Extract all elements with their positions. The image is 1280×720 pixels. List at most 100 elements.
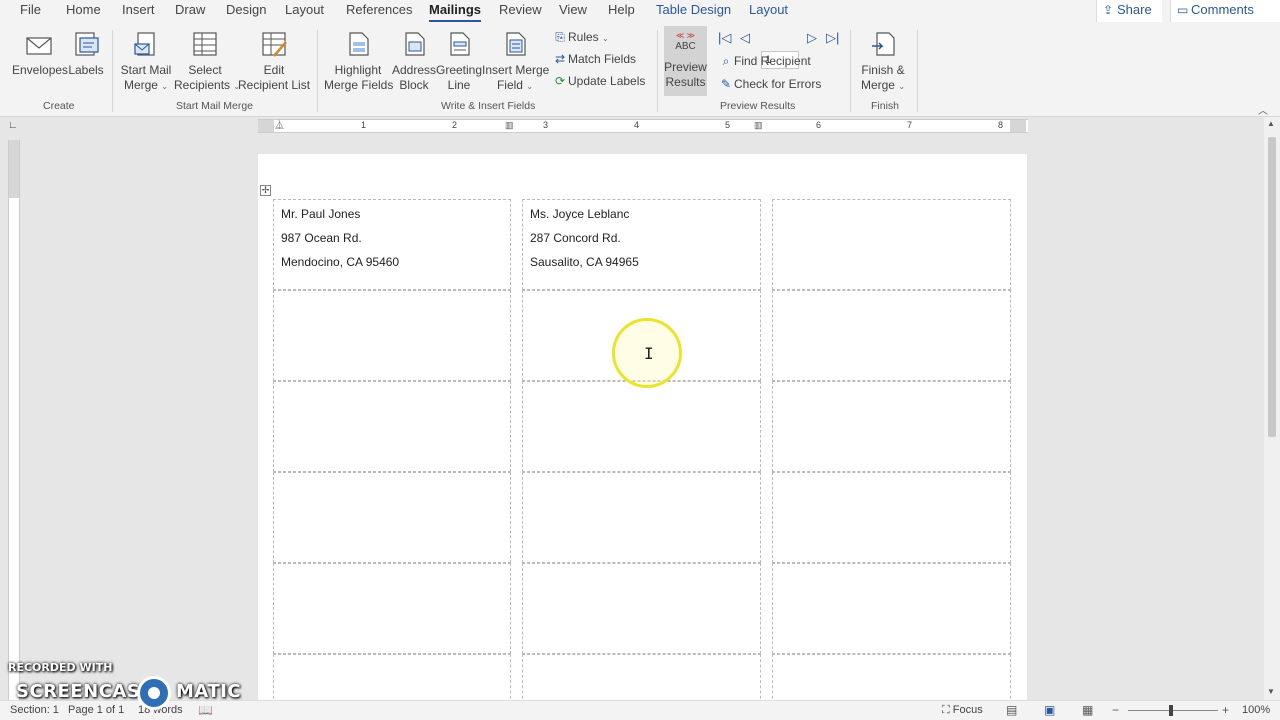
address-label-2[interactable]: Ms. Joyce Leblanc 287 Concord Rd. Sausal… <box>530 202 639 274</box>
address-label-1[interactable]: Mr. Paul Jones 987 Ocean Rd. Mendocino, … <box>281 202 399 274</box>
label-cell[interactable] <box>273 290 511 381</box>
focus-button[interactable]: ⛶ Focus <box>942 704 983 717</box>
preview-abc-icon: ABC <box>675 41 696 52</box>
highlight-merge-fields-button[interactable]: Highlight Merge Fields <box>324 30 393 93</box>
update-labels-button[interactable]: ⟳ Update Labels <box>552 73 645 89</box>
ribbon: Envelopes Labels Create Start Mail Merge… <box>0 22 1280 117</box>
zoom-out-icon[interactable]: − <box>1112 703 1119 717</box>
label-cell[interactable] <box>522 654 761 704</box>
match-fields-button[interactable]: ⇄ Match Fields <box>552 51 636 67</box>
recipient-street: 287 Concord Rd. <box>530 231 621 245</box>
page-indicator[interactable]: Page 1 of 1 <box>68 704 124 716</box>
indent-marker-icon[interactable]: ⏅ <box>275 118 284 131</box>
section-indicator[interactable]: Section: 1 <box>10 704 59 716</box>
preview-results-button[interactable]: ≪ ≫ ABC Preview Results <box>664 26 707 96</box>
group-separator <box>850 30 851 112</box>
table-move-handle-icon[interactable]: ✢ <box>260 185 271 196</box>
rules-label: Rules <box>568 30 599 44</box>
label-cell[interactable] <box>522 381 761 472</box>
label-cell[interactable] <box>772 199 1011 290</box>
find-recipient-button[interactable]: ⌕ Find Recipient <box>718 53 811 69</box>
address-block-button[interactable]: Address Block <box>392 30 436 93</box>
start-mail-merge-button[interactable]: Start Mail Merge ⌄ <box>118 30 174 94</box>
scroll-up-icon[interactable]: ▲ <box>1267 119 1275 128</box>
vertical-scrollbar[interactable]: ▲ ▼ <box>1264 117 1280 700</box>
word-window: File Home Insert Draw Design Layout Refe… <box>0 0 1280 720</box>
label-cell[interactable] <box>273 563 511 654</box>
labels-icon <box>75 32 99 56</box>
tab-layout[interactable]: Layout <box>285 2 324 18</box>
next-record-icon[interactable]: ▷ <box>807 30 817 46</box>
label-cell[interactable] <box>522 472 761 563</box>
tab-insert[interactable]: Insert <box>122 2 155 18</box>
text-cursor-icon: I <box>644 344 654 363</box>
refresh-icon: ⟳ <box>554 74 566 88</box>
focus-label: Focus <box>952 704 983 716</box>
label-cell[interactable] <box>273 472 511 563</box>
tab-file[interactable]: File <box>20 2 41 18</box>
select-recipients-button[interactable]: Select Recipients ⌄ <box>174 30 240 94</box>
share-label: Share <box>1117 2 1152 17</box>
insert-merge-field-button[interactable]: Insert Merge Field ⌄ <box>482 30 550 94</box>
find-recipient-label: Find Recipient <box>734 54 811 68</box>
label-cell[interactable] <box>772 563 1011 654</box>
label-cell[interactable] <box>273 654 511 704</box>
edit-recipient-list-button[interactable]: Edit Recipient List <box>238 30 310 93</box>
edit-list-icon <box>262 32 287 57</box>
comment-icon: ▭ <box>1177 3 1189 17</box>
zoom-in-icon[interactable]: + <box>1222 703 1229 717</box>
tab-references[interactable]: References <box>346 2 412 18</box>
insert-merge-line1: Insert Merge <box>482 63 550 77</box>
tab-mailings[interactable]: Mailings <box>429 2 482 22</box>
tab-table-layout[interactable]: Layout <box>749 2 788 18</box>
label-cell[interactable] <box>772 381 1011 472</box>
collapse-ribbon-icon[interactable]: ︿ <box>1258 102 1268 117</box>
zoom-slider[interactable] <box>1128 710 1218 711</box>
label-cell[interactable] <box>522 563 761 654</box>
share-button[interactable]: ⇪ Share <box>1096 0 1162 22</box>
recipient-name: Ms. Joyce Leblanc <box>530 207 630 221</box>
print-layout-icon[interactable]: ▣ <box>1044 703 1055 717</box>
envelopes-button[interactable]: Envelopes <box>12 30 69 78</box>
label-cell[interactable] <box>273 381 511 472</box>
read-mode-icon[interactable]: ▤ <box>1006 703 1017 717</box>
tab-review[interactable]: Review <box>499 2 542 18</box>
check-errors-button[interactable]: ✎ Check for Errors <box>718 76 821 92</box>
scroll-down-icon[interactable]: ▼ <box>1267 687 1275 696</box>
tab-home[interactable]: Home <box>66 2 101 18</box>
envelopes-label: Envelopes <box>12 63 69 77</box>
zoom-slider-thumb[interactable] <box>1169 705 1173 716</box>
address-block-icon <box>405 32 425 56</box>
menu-bar: File Home Insert Draw Design Layout Refe… <box>0 0 1280 22</box>
scrollbar-thumb[interactable] <box>1268 137 1276 437</box>
vertical-ruler[interactable] <box>8 140 20 700</box>
zoom-level[interactable]: 100% <box>1242 704 1270 716</box>
previous-record-icon[interactable]: ◁ <box>740 30 750 46</box>
insert-merge-line2: Field <box>496 78 523 92</box>
tab-draw[interactable]: Draw <box>175 2 205 18</box>
tab-view[interactable]: View <box>559 2 587 18</box>
rules-button[interactable]: ⎘ Rules ⌄ <box>552 29 609 47</box>
first-record-icon[interactable]: |◁ <box>718 30 731 46</box>
label-cell[interactable] <box>772 654 1011 704</box>
tab-design[interactable]: Design <box>226 2 266 18</box>
column-marker-icon[interactable]: ▥ <box>754 120 763 131</box>
web-layout-icon[interactable]: ▦ <box>1082 703 1093 717</box>
proofing-icon[interactable]: 📖 <box>198 703 213 717</box>
last-record-icon[interactable]: ▷| <box>826 30 839 46</box>
start-mail-merge-line2: Merge <box>123 78 158 92</box>
label-table[interactable]: Mr. Paul Jones 987 Ocean Rd. Mendocino, … <box>273 199 1011 704</box>
tab-help[interactable]: Help <box>608 2 635 18</box>
finish-merge-button[interactable]: Finish & Merge ⌄ <box>856 30 910 94</box>
column-marker-icon[interactable]: ▥ <box>505 120 514 131</box>
edit-recipient-line2: Recipient List <box>238 78 311 92</box>
tab-selector-icon[interactable]: ∟ <box>8 120 20 132</box>
label-cell[interactable] <box>772 472 1011 563</box>
ruler-number: 2 <box>452 120 458 130</box>
tab-table-design[interactable]: Table Design <box>656 2 731 18</box>
greeting-line-button[interactable]: Greeting Line <box>436 30 482 93</box>
label-cell[interactable] <box>772 290 1011 381</box>
horizontal-ruler[interactable]: 1 2 3 4 5 6 7 8 ▥ ▥ ⏅ <box>258 119 1028 133</box>
labels-button[interactable]: Labels <box>68 30 104 78</box>
comments-button[interactable]: ▭ Comments <box>1170 0 1280 22</box>
